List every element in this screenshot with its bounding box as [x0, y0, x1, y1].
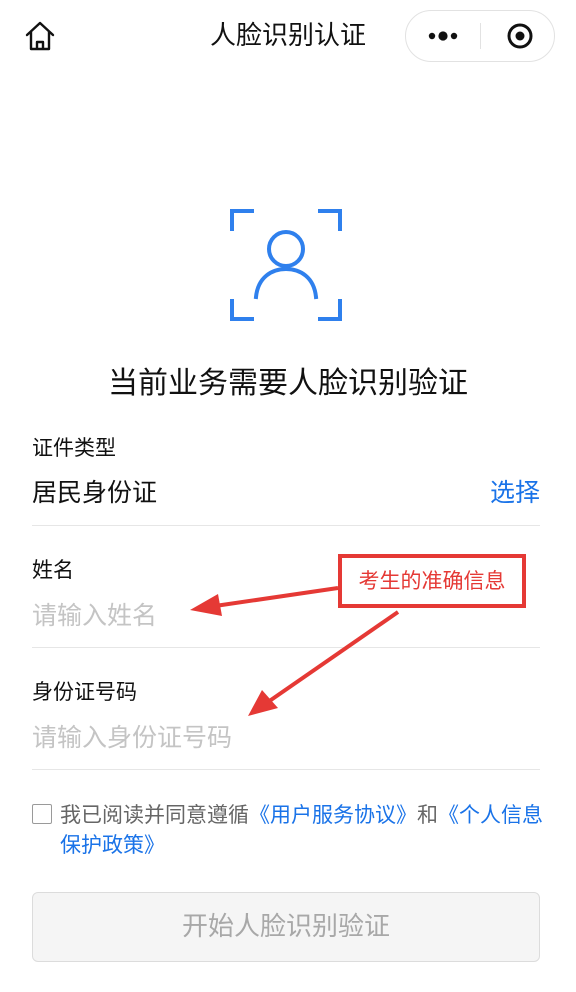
face-verification-page: 人脸识别认证 当前业务需要人脸识别验证 证件类型 居民身份证 选择 姓名 请输入…	[0, 0, 576, 992]
cert-type-value: 居民身份证	[32, 478, 158, 507]
mini-program-capsule	[405, 10, 555, 62]
top-nav-bar: 人脸识别认证	[0, 0, 576, 72]
name-input[interactable]	[32, 596, 332, 636]
name-label: 姓名	[32, 558, 74, 582]
choose-cert-type-button[interactable]: 选择	[490, 476, 540, 510]
more-dots-icon	[428, 31, 458, 41]
more-button[interactable]	[406, 11, 480, 61]
start-face-verification-button[interactable]: 开始人脸识别验证	[32, 892, 540, 962]
close-button[interactable]	[481, 11, 555, 61]
agreement-and: 和	[417, 803, 438, 827]
target-close-icon	[507, 23, 533, 49]
agree-checkbox[interactable]	[32, 804, 52, 824]
annotation-callout: 考生的准确信息	[338, 554, 526, 608]
divider	[32, 647, 540, 648]
arrow-head	[248, 690, 278, 716]
agreement-prefix: 我已阅读并同意遵循	[60, 803, 249, 827]
divider	[32, 525, 540, 526]
divider	[32, 769, 540, 770]
verification-headline: 当前业务需要人脸识别验证	[108, 366, 468, 401]
id-number-input[interactable]	[32, 718, 332, 758]
agreement-text: 我已阅读并同意遵循《用户服务协议》和《个人信息保护政策》	[60, 800, 545, 860]
face-scan-icon	[230, 209, 342, 321]
cert-type-label: 证件类型	[32, 436, 116, 460]
user-service-agreement-link[interactable]: 《用户服务协议》	[249, 803, 417, 827]
id-number-label: 身份证号码	[32, 680, 137, 704]
